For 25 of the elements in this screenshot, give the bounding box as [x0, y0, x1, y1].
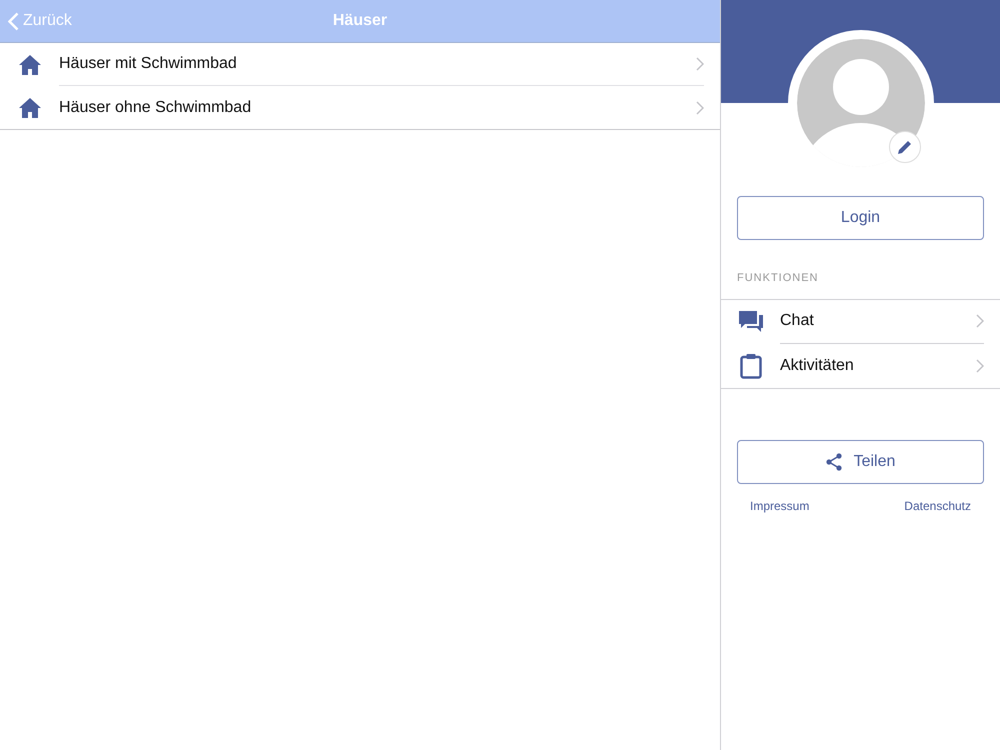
- house-icon: [19, 54, 41, 74]
- chevron-left-icon: [8, 12, 19, 30]
- menu-item-label: Aktivitäten: [780, 356, 855, 376]
- chevron-right-icon: [696, 57, 704, 71]
- menu-item[interactable]: Aktivitäten: [721, 344, 1000, 388]
- menu-item-label: Chat: [780, 311, 815, 331]
- list-item-label: Häuser mit Schwimmbad: [59, 54, 238, 74]
- footer-link[interactable]: Datenschutz: [904, 496, 971, 514]
- clipboard-icon: [740, 352, 762, 378]
- chevron-right-icon: [696, 100, 704, 114]
- login-button[interactable]: Login: [737, 196, 984, 240]
- chevron-right-icon: [976, 314, 984, 328]
- share-icon: [826, 452, 842, 470]
- menu-item[interactable]: Chat: [721, 300, 1000, 344]
- footer-link[interactable]: Impressum: [750, 496, 810, 514]
- share-button[interactable]: Teilen: [737, 440, 984, 484]
- section-heading: FUNKTIONEN: [736, 271, 820, 286]
- chevron-right-icon: [976, 358, 984, 372]
- list-item[interactable]: Häuser mit Schwimmbad: [0, 43, 720, 86]
- pencil-icon: [897, 139, 913, 155]
- house-icon: [19, 98, 41, 118]
- chat-icon: [739, 310, 763, 332]
- list-item[interactable]: Häuser ohne Schwimmbad: [0, 86, 720, 129]
- screen-title: Häuser: [332, 11, 388, 31]
- list-item-label: Häuser ohne Schwimmbad: [59, 98, 252, 118]
